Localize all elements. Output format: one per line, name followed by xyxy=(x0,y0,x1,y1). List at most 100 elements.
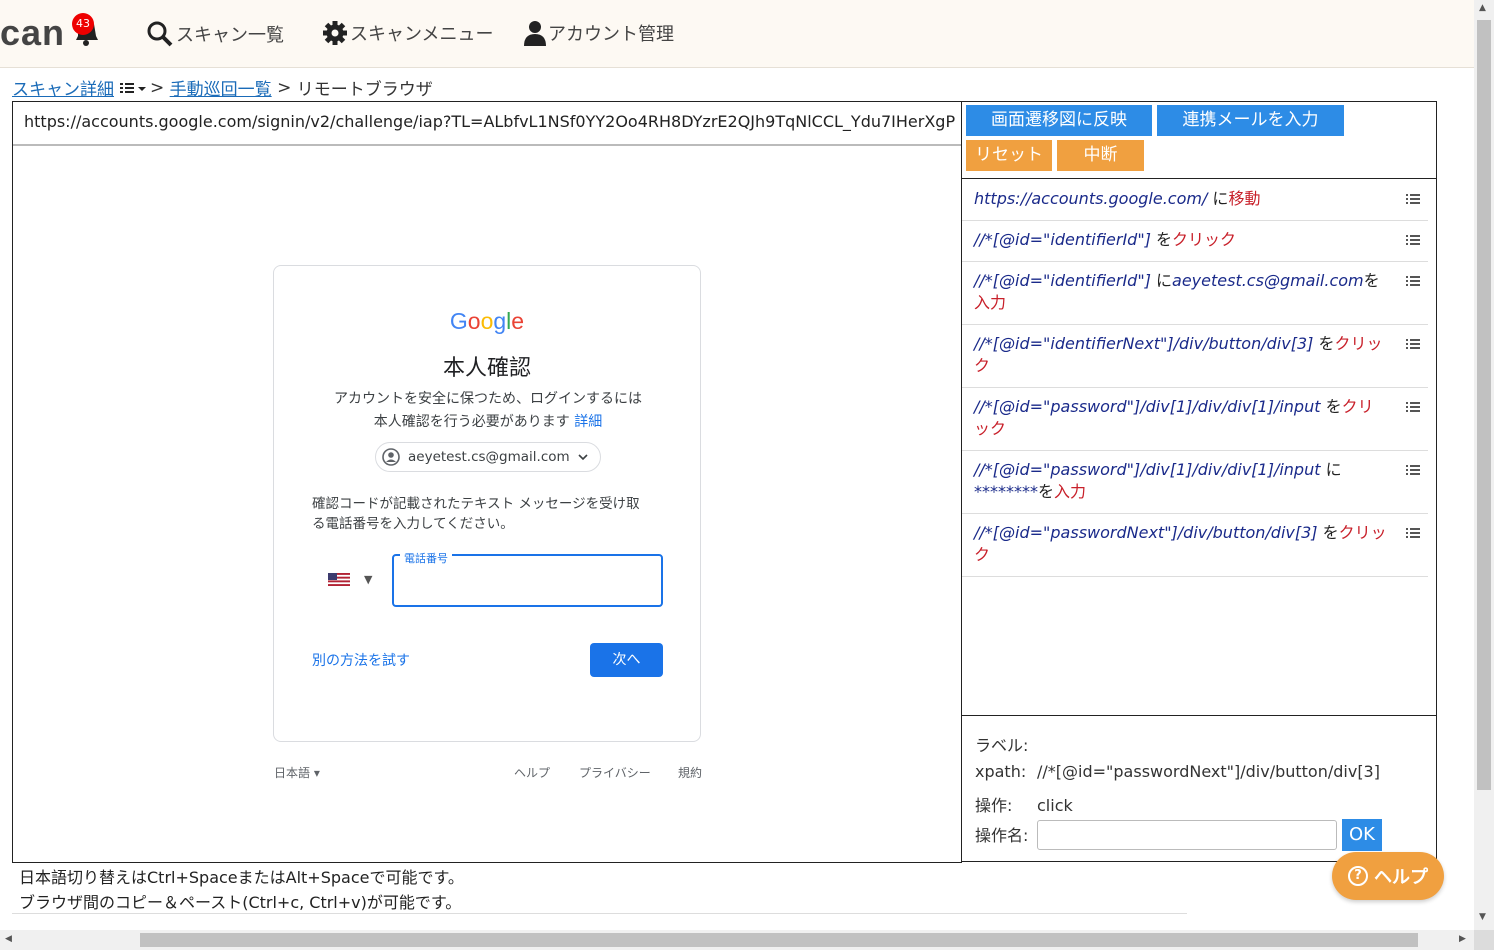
help-button[interactable]: ? ヘルプ xyxy=(1332,852,1444,900)
msg-line-2: る電話番号を入力してください。 xyxy=(312,516,514,532)
nav-scan-list[interactable]: スキャン一覧 xyxy=(146,20,284,48)
label-key: ラベル: xyxy=(975,736,1029,755)
detail-operation-row: 操作: click xyxy=(975,792,1073,816)
user-icon xyxy=(524,21,546,46)
horizontal-scroll-thumb[interactable] xyxy=(140,933,1418,947)
help-label: ヘルプ xyxy=(1374,867,1428,888)
ok-button[interactable]: OK xyxy=(1342,819,1382,851)
list-dropdown-icon[interactable] xyxy=(120,81,146,95)
drag-handle-icon[interactable] xyxy=(1406,401,1420,413)
step-action: 移動 xyxy=(1228,189,1261,208)
step-particle: を xyxy=(1313,334,1335,353)
account-email: aeyetest.cs@gmail.com xyxy=(408,449,570,465)
language-caret-icon: ▾ xyxy=(313,766,320,780)
step-target: //*[@id="password"]/div[1]/div/div[1]/in… xyxy=(974,397,1321,416)
sms-instruction: 確認コードが記載されたテキスト メッセージを受け取 る電話番号を入力してください… xyxy=(312,494,672,534)
drag-handle-icon[interactable] xyxy=(1406,464,1420,476)
nav-account[interactable]: アカウント管理 xyxy=(524,20,674,46)
step-particle: を xyxy=(1363,271,1380,290)
breadcrumb-scan-detail[interactable]: スキャン詳細 xyxy=(12,75,114,100)
desc-line-2: 本人確認を行う必要があります 詳細 xyxy=(304,411,672,434)
step-item[interactable]: //*[@id="password"]/div[1]/div/div[1]/in… xyxy=(962,388,1428,451)
app-logo[interactable]: can xyxy=(0,12,65,54)
notification-badge: 43 xyxy=(72,13,94,35)
panel-divider xyxy=(962,178,1436,179)
step-particle: を xyxy=(1317,523,1339,542)
question-icon: ? xyxy=(1348,866,1368,886)
verify-description: アカウントを安全に保つため、ログインするには 本人確認を行う必要があります 詳細 xyxy=(304,388,672,434)
step-item[interactable]: https://accounts.google.com/ に移動 xyxy=(962,180,1428,221)
scroll-right-icon[interactable]: ▶ xyxy=(1459,934,1466,944)
operation-key: 操作: xyxy=(975,796,1013,815)
drag-handle-icon[interactable] xyxy=(1406,275,1420,287)
drag-handle-icon[interactable] xyxy=(1406,234,1420,246)
step-action: 入力 xyxy=(1054,482,1087,501)
reflect-diagram-button[interactable]: 画面遷移図に反映 xyxy=(966,105,1152,136)
step-target: https://accounts.google.com/ xyxy=(974,189,1208,208)
scroll-down-icon[interactable]: ▼ xyxy=(1479,912,1486,922)
step-particle: を xyxy=(1150,230,1173,249)
reset-button[interactable]: リセット xyxy=(966,140,1052,171)
breadcrumb: スキャン詳細 > 手動巡回一覧 > リモートブラウザ xyxy=(12,75,433,101)
drag-handle-icon[interactable] xyxy=(1406,193,1420,205)
country-caret-icon[interactable]: ▼ xyxy=(364,573,372,586)
step-target: //*[@id="identifierId"] xyxy=(974,230,1151,249)
step-particle: に xyxy=(1150,271,1173,290)
url-bar[interactable]: https://accounts.google.com/signin/v2/ch… xyxy=(13,102,961,146)
step-item[interactable]: //*[@id="identifierId"] にaeyetest.cs@gma… xyxy=(962,262,1428,325)
footer-privacy-link[interactable]: プライバシー xyxy=(579,764,651,781)
operation-name-key: 操作名: xyxy=(975,826,1029,845)
step-particle: を xyxy=(1038,482,1055,501)
xpath-value: //*[@id="passwordNext"]/div/button/div[3… xyxy=(1037,762,1380,781)
step-target: //*[@id="passwordNext"]/div/button/div[3… xyxy=(974,523,1318,542)
abort-button[interactable]: 中断 xyxy=(1057,140,1144,171)
operation-name-input[interactable] xyxy=(1037,820,1337,850)
nav-scan-menu[interactable]: スキャンメニュー xyxy=(322,20,493,46)
breadcrumb-current: リモートブラウザ xyxy=(296,80,433,100)
step-action: クリック xyxy=(1172,230,1237,249)
input-mail-button[interactable]: 連携メールを入力 xyxy=(1157,105,1344,136)
search-icon xyxy=(147,21,173,47)
step-action: 入力 xyxy=(974,293,1007,312)
footer-help-link[interactable]: ヘルプ xyxy=(514,764,550,781)
detail-label-row: ラベル: xyxy=(975,732,1028,756)
operation-value: click xyxy=(1037,796,1073,815)
next-button[interactable]: 次へ xyxy=(590,643,663,677)
google-logo-letter: e xyxy=(511,308,525,334)
nav-account-label: アカウント管理 xyxy=(548,24,674,45)
step-particle: に xyxy=(1320,460,1342,479)
breadcrumb-separator: > xyxy=(277,77,292,98)
step-list: https://accounts.google.com/ に移動 //*[@id… xyxy=(962,180,1428,577)
step-item[interactable]: //*[@id="password"]/div[1]/div/div[1]/in… xyxy=(962,451,1428,514)
desc-line-1: アカウントを安全に保つため、ログインするには xyxy=(334,391,642,407)
step-target: //*[@id="identifierNext"]/div/button/div… xyxy=(974,334,1314,353)
google-logo-letter: o xyxy=(467,308,481,334)
remote-browser-view[interactable]: https://accounts.google.com/signin/v2/ch… xyxy=(12,101,962,863)
drag-handle-icon[interactable] xyxy=(1406,527,1420,539)
details-link[interactable]: 詳細 xyxy=(574,414,602,430)
step-item[interactable]: //*[@id="identifierId"] をクリック xyxy=(962,221,1428,262)
account-chip[interactable]: aeyetest.cs@gmail.com xyxy=(375,442,601,472)
gear-icon xyxy=(323,21,347,45)
breadcrumb-manual-list[interactable]: 手動巡回一覧 xyxy=(170,75,272,100)
footer-terms-link[interactable]: 規約 xyxy=(678,764,702,781)
nav-scan-menu-label: スキャンメニュー xyxy=(350,24,494,45)
google-verify-card: Google 本人確認 アカウントを安全に保つため、ログインするには 本人確認を… xyxy=(273,265,701,742)
drag-handle-icon[interactable] xyxy=(1406,338,1420,350)
xpath-key: xpath: xyxy=(975,762,1027,781)
verify-title: 本人確認 xyxy=(442,356,531,381)
scroll-left-icon[interactable]: ◀ xyxy=(5,934,12,944)
step-item[interactable]: //*[@id="identifierNext"]/div/button/div… xyxy=(962,325,1428,388)
us-flag-icon[interactable] xyxy=(328,573,350,586)
phone-label: 電話番号 xyxy=(400,550,452,566)
panel-divider xyxy=(962,715,1436,716)
scrollbar-corner xyxy=(1474,930,1494,950)
chevron-down-icon xyxy=(578,454,588,461)
step-item[interactable]: //*[@id="passwordNext"]/div/button/div[3… xyxy=(962,514,1428,577)
desc-line-2-text: 本人確認を行う必要があります xyxy=(373,414,570,430)
scroll-up-icon[interactable]: ▲ xyxy=(1479,3,1486,13)
try-another-way-link[interactable]: 別の方法を試す xyxy=(312,650,410,670)
vertical-scroll-thumb[interactable] xyxy=(1477,20,1491,790)
language-select[interactable]: 日本語 ▾ xyxy=(274,764,320,781)
detail-xpath-row: xpath: //*[@id="passwordNext"]/div/button… xyxy=(975,762,1380,781)
